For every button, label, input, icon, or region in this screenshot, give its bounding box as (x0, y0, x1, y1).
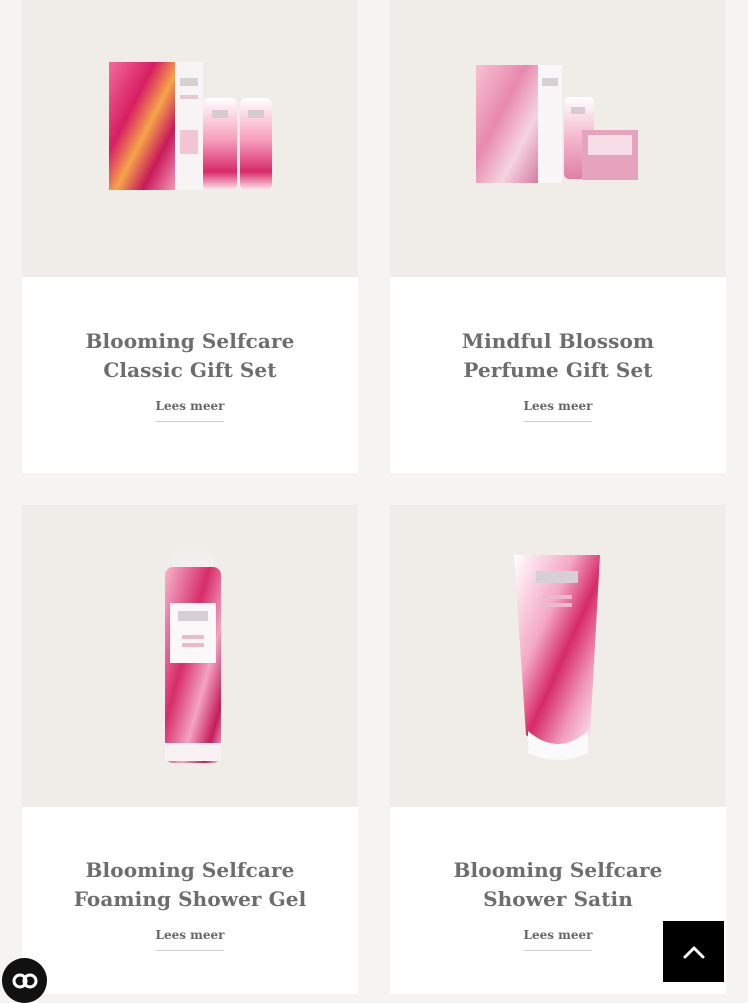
product-card[interactable]: Blooming Selfcare Classic Gift Set Lees … (22, 0, 358, 473)
shower-satin-tube-image (514, 555, 600, 760)
product-title[interactable]: Mindful Blossom Perfume Gift Set (424, 327, 692, 385)
shower-gel-can-image (165, 551, 221, 763)
read-more-link[interactable]: Lees meer (523, 928, 593, 951)
gift-set-image (109, 62, 272, 190)
cookie-settings-button[interactable] (2, 958, 47, 1003)
cookie-settings-icon (12, 973, 37, 988)
product-image[interactable] (390, 0, 726, 277)
chevron-up-icon (683, 946, 704, 958)
product-title[interactable]: Blooming Selfcare Classic Gift Set (56, 327, 324, 385)
gift-set-image (476, 65, 638, 183)
product-card[interactable]: Mindful Blossom Perfume Gift Set Lees me… (390, 0, 726, 473)
read-more-link[interactable]: Lees meer (523, 399, 593, 422)
product-title[interactable]: Blooming Selfcare Shower Satin (424, 856, 692, 914)
product-card[interactable]: Blooming Selfcare Foaming Shower Gel Lee… (22, 505, 358, 994)
read-more-link[interactable]: Lees meer (155, 928, 225, 951)
product-title[interactable]: Blooming Selfcare Foaming Shower Gel (56, 856, 324, 914)
product-image[interactable] (390, 505, 726, 807)
product-image[interactable] (22, 505, 358, 807)
scroll-to-top-button[interactable] (663, 921, 724, 982)
read-more-link[interactable]: Lees meer (155, 399, 225, 422)
product-image[interactable] (22, 0, 358, 277)
